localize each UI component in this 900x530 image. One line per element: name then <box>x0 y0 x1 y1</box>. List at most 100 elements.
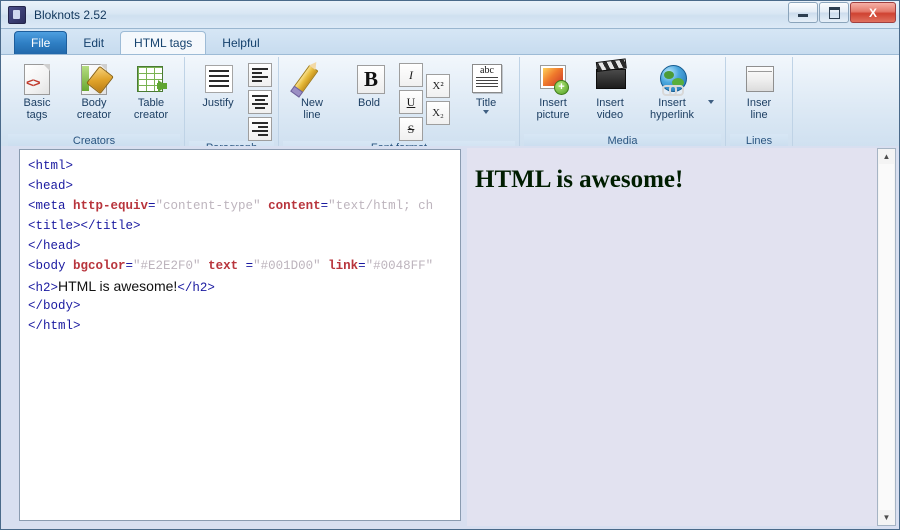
code-token-text: HTML is awesome! <box>58 278 178 294</box>
new-line-label: New line <box>300 97 323 121</box>
justify-button[interactable]: Justify <box>191 60 245 110</box>
code-token-tag: <head> <box>28 179 74 193</box>
vscroll-track[interactable] <box>879 164 894 510</box>
insert-video-icon <box>594 63 626 95</box>
close-icon: X <box>868 5 877 20</box>
subscript-icon: X₂ <box>432 107 444 119</box>
close-button[interactable]: X <box>850 2 896 23</box>
ribbon-group-font-format: New line B Bold I U S X² X₂ abc Title <box>279 57 520 156</box>
align-center-icon <box>252 95 268 109</box>
insert-picture-button[interactable]: + Insert picture <box>526 60 580 122</box>
basic-tags-icon: <> <box>21 63 53 95</box>
align-left-icon <box>252 68 268 82</box>
hyperlink-chevron-down-icon[interactable] <box>708 100 714 104</box>
title-abc-caption: abc <box>480 65 494 76</box>
code-token-val: "text/html; ch <box>328 199 434 213</box>
code-token-plain-space <box>321 259 329 273</box>
scroll-down-arrow-icon[interactable]: ▼ <box>879 510 894 525</box>
code-line: </head> <box>28 236 460 256</box>
body-creator-label: Body creator <box>76 97 112 121</box>
code-line: <body bgcolor="#E2E2F0" text ="#001D00" … <box>28 256 460 276</box>
title-icon: abc <box>470 63 502 95</box>
chevron-down-icon[interactable] <box>482 110 489 114</box>
table-creator-icon <box>135 63 167 95</box>
align-center-button[interactable] <box>248 90 272 114</box>
basic-tags-button[interactable]: <> Basic tags <box>10 60 64 122</box>
code-token-attr: http-equiv <box>73 199 149 213</box>
basic-tags-label: Basic tags <box>23 97 51 121</box>
superscript-button[interactable]: X² <box>426 74 450 98</box>
subscript-button[interactable]: X₂ <box>426 101 450 125</box>
preview-vertical-scrollbar[interactable]: ▲ ▼ <box>877 148 896 526</box>
strikethrough-icon: S <box>407 121 415 136</box>
maximize-button[interactable] <box>819 2 849 23</box>
code-token-tag: </html> <box>28 319 81 333</box>
ribbon-group-paragraph: Justify Paragraph <box>185 57 279 156</box>
align-left-button[interactable] <box>248 63 272 87</box>
code-token-tag: <html> <box>28 159 74 173</box>
code-token-plain-space <box>261 199 269 213</box>
script-button-stack: X² X₂ <box>426 60 450 125</box>
insert-hyperlink-button[interactable]: Insert hyperlink <box>640 60 704 122</box>
justify-label: Justify <box>202 97 234 109</box>
new-line-pencil-icon <box>292 63 328 95</box>
title-bar: Bloknots 2.52 X <box>1 1 899 29</box>
code-token-val: "#E2E2F0" <box>133 259 201 273</box>
code-token-attr: content <box>268 199 321 213</box>
superscript-icon: X² <box>432 80 444 92</box>
insert-line-label: Inser line <box>746 97 772 121</box>
tab-helpful[interactable]: Helpful <box>208 31 273 54</box>
scroll-up-arrow-icon[interactable]: ▲ <box>879 149 894 164</box>
ribbon-group-lines: Inser line Lines <box>726 57 793 149</box>
body-creator-button[interactable]: Body creator <box>67 60 121 122</box>
align-right-icon <box>252 122 268 136</box>
code-line: <h2>HTML is awesome!</h2> <box>28 276 460 296</box>
bold-button[interactable]: B Bold <box>342 60 396 110</box>
code-token-punct: = <box>148 199 156 213</box>
minimize-button[interactable] <box>788 2 818 23</box>
work-area: <html> <head> <meta http-equiv="content-ty… <box>1 146 899 529</box>
ribbon-group-creators: <> Basic tags Body creator Table creator… <box>4 57 185 149</box>
preview-pane: HTML is awesome! <box>467 148 877 526</box>
minimize-icon <box>789 3 817 22</box>
code-token-plain-space <box>201 259 209 273</box>
insert-line-button[interactable]: Inser line <box>732 60 786 122</box>
code-token-tag: <meta <box>28 199 74 213</box>
code-token-punct: = <box>358 259 366 273</box>
code-line: </body> <box>28 296 460 316</box>
code-token-tag: </h2> <box>177 281 215 295</box>
code-line: </html> <box>28 316 460 336</box>
application-window: Bloknots 2.52 X File Edit HTML tags Help… <box>0 0 900 530</box>
body-creator-icon <box>78 63 114 95</box>
title-button[interactable]: abc Title <box>459 60 513 117</box>
table-creator-button[interactable]: Table creator <box>124 60 178 122</box>
align-right-button[interactable] <box>248 117 272 141</box>
code-token-punct: = <box>320 199 329 213</box>
maximize-icon <box>820 3 848 22</box>
code-editor[interactable]: <html> <head> <meta http-equiv="content-ty… <box>19 149 461 521</box>
code-line: <meta http-equiv="content-type" content=… <box>28 196 460 216</box>
insert-video-label: Insert video <box>596 97 624 121</box>
code-token-val: "#001D00" <box>253 259 321 273</box>
tab-edit[interactable]: Edit <box>69 31 118 54</box>
italic-button[interactable]: I <box>399 63 423 87</box>
tab-file[interactable]: File <box>14 31 68 54</box>
insert-picture-label: Insert picture <box>536 97 570 121</box>
window-title: Bloknots 2.52 <box>34 7 107 22</box>
preview-heading: HTML is awesome! <box>475 166 684 193</box>
bold-glyph: B <box>357 65 385 94</box>
code-text[interactable]: <html> <head> <meta http-equiv="content-ty… <box>20 150 460 336</box>
bold-label: Bold <box>357 97 381 109</box>
new-line-button[interactable]: New line <box>285 60 339 122</box>
tab-html-tags[interactable]: HTML tags <box>120 31 207 54</box>
insert-picture-icon: + <box>537 63 569 95</box>
italic-icon: I <box>409 67 413 82</box>
insert-hyperlink-icon <box>656 63 688 96</box>
strikethrough-button[interactable]: S <box>399 117 423 141</box>
insert-video-button[interactable]: Insert video <box>583 60 637 122</box>
underline-button[interactable]: U <box>399 90 423 114</box>
code-line: <html> <box>28 156 460 176</box>
code-token-tag: <title></title> <box>28 219 141 233</box>
code-line: <title></title> <box>28 216 460 236</box>
window-controls: X <box>788 2 896 23</box>
